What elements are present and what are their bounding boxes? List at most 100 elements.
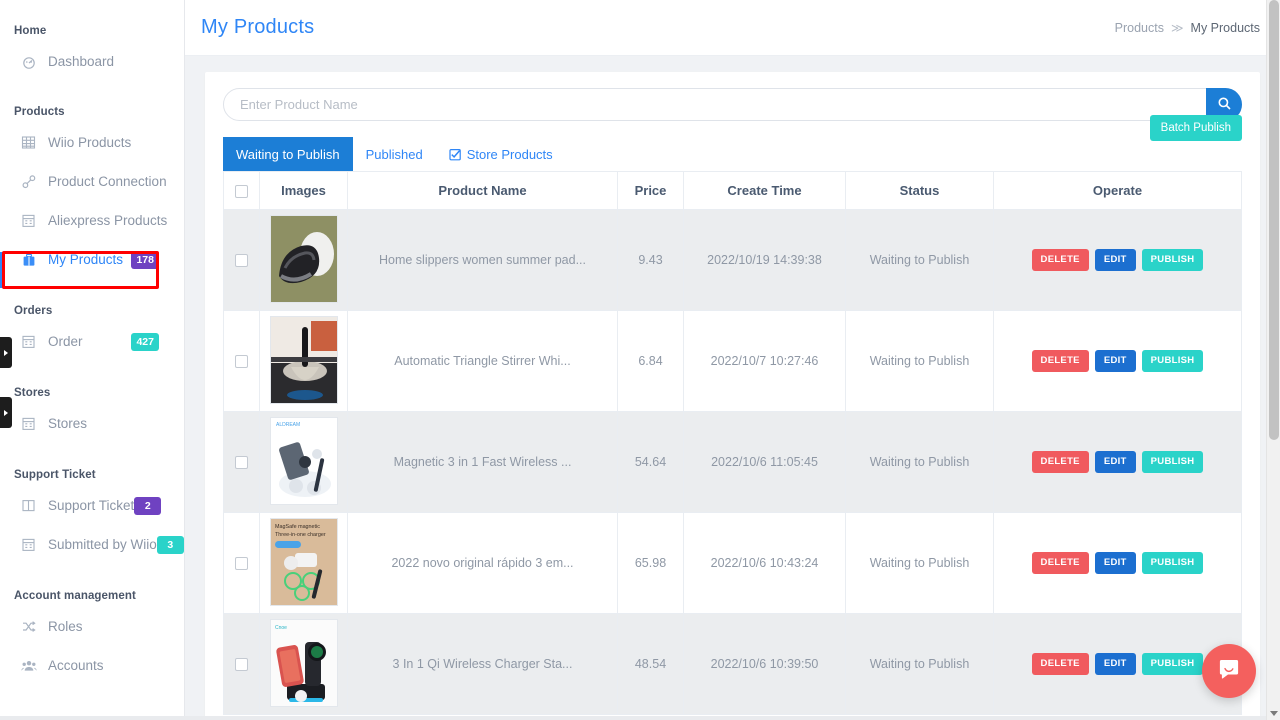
row-price: 54.64 [618,412,684,513]
row-price: 9.43 [618,210,684,311]
main-area: My Products Products ≫ My Products [185,0,1280,720]
product-thumbnail[interactable]: Cnoe [270,619,338,707]
publish-button[interactable]: PUBLISH [1142,249,1204,271]
edit-button[interactable]: EDIT [1095,249,1136,271]
chevron-right-icon [4,410,8,416]
page-scrollbar-thumb[interactable] [1269,0,1279,440]
sidebar-pull-tab-1[interactable] [0,337,12,368]
sidebar-item-label: Product Connection [48,174,167,189]
dashboard-icon [20,53,37,70]
breadcrumb-root[interactable]: Products [1115,21,1164,35]
column-price: Price [618,172,684,210]
product-thumbnail[interactable] [270,215,338,303]
svg-text:ALDREAM: ALDREAM [276,422,300,428]
chat-launcher-button[interactable] [1202,644,1256,698]
delete-button[interactable]: DELETE [1032,653,1089,675]
products-table: Images Product Name Price Create Time St… [223,171,1242,715]
edit-button[interactable]: EDIT [1095,350,1136,372]
sidebar-item-accounts[interactable]: Accounts [0,646,184,685]
calendar-icon [20,536,37,553]
scroll-down-icon[interactable] [1270,711,1278,716]
row-product-name: Automatic Triangle Stirrer Whi... [348,311,618,412]
table-header-row: Images Product Name Price Create Time St… [224,172,1242,210]
delete-button[interactable]: DELETE [1032,451,1089,473]
product-thumbnail[interactable]: MagSafe magnetic Three-in-one charger [270,518,338,606]
row-actions: DELETE EDIT PUBLISH [998,249,1237,271]
delete-button[interactable]: DELETE [1032,350,1089,372]
row-checkbox[interactable] [235,658,248,671]
calendar-icon [20,333,37,350]
sidebar-item-stores[interactable]: Stores [0,404,184,443]
edit-button[interactable]: EDIT [1095,653,1136,675]
sidebar-item-wiio-products[interactable]: Wiio Products [0,123,184,162]
row-actions: DELETE EDIT PUBLISH [998,451,1237,473]
users-icon [20,657,37,674]
table-row: Home slippers women summer pad... 9.43 2… [224,210,1242,311]
row-image-cell [260,311,348,412]
sidebar-badge-my-products: 178 [131,251,159,269]
sidebar-item-label: Wiio Products [48,135,131,150]
product-thumbnail[interactable]: ALDREAM [270,417,338,505]
shuffle-icon [20,618,37,635]
sidebar-group-label-account-management: Account management [0,585,184,607]
search-row [223,88,1242,121]
edit-button[interactable]: EDIT [1095,451,1136,473]
product-thumbnail[interactable] [270,316,338,404]
row-checkbox[interactable] [235,254,248,267]
sidebar-item-submitted-by-wiio[interactable]: Submitted by Wiio 3 [0,525,184,564]
sidebar-group-label-home: Home [0,20,184,42]
row-checkbox[interactable] [235,355,248,368]
column-select-all [224,172,260,210]
sidebar-item-roles[interactable]: Roles [0,607,184,646]
tab-label: Waiting to Publish [236,147,340,162]
breadcrumb: Products ≫ My Products [1115,21,1260,35]
row-actions: DELETE EDIT PUBLISH [998,552,1237,574]
select-all-checkbox[interactable] [235,185,248,198]
sidebar: Home Dashboard Products Wiio Products [0,0,185,720]
sidebar-item-label: Dashboard [48,54,114,69]
row-status: Waiting to Publish [846,311,994,412]
row-status: Waiting to Publish [846,513,994,614]
row-operate-cell: DELETE EDIT PUBLISH [994,412,1242,513]
sidebar-item-order[interactable]: Order 427 [0,322,184,361]
sidebar-item-dashboard[interactable]: Dashboard [0,42,184,81]
search-input[interactable] [223,88,1242,121]
delete-button[interactable]: DELETE [1032,552,1089,574]
row-checkbox[interactable] [235,557,248,570]
svg-text:Cnoe: Cnoe [275,625,287,631]
sidebar-pull-tab-2[interactable] [0,397,12,428]
publish-button[interactable]: PUBLISH [1142,451,1204,473]
sidebar-item-aliexpress-products[interactable]: Aliexpress Products [0,201,184,240]
sidebar-item-product-connection[interactable]: Product Connection [0,162,184,201]
sidebar-item-my-products[interactable]: My Products 178 [0,240,184,279]
row-status: Waiting to Publish [846,210,994,311]
edit-button[interactable]: EDIT [1095,552,1136,574]
delete-button[interactable]: DELETE [1032,249,1089,271]
row-create-time: 2022/10/19 14:39:38 [684,210,846,311]
row-operate-cell: DELETE EDIT PUBLISH [994,311,1242,412]
sidebar-group-label-stores: Stores [0,382,184,404]
batch-publish-button[interactable]: Batch Publish [1150,115,1242,141]
sidebar-group-label-orders: Orders [0,300,184,322]
row-checkbox[interactable] [235,456,248,469]
page-scrollbar[interactable] [1266,0,1280,720]
publish-button[interactable]: PUBLISH [1142,552,1204,574]
columns-icon [20,497,37,514]
row-operate-cell: DELETE EDIT PUBLISH [994,513,1242,614]
sidebar-group-label-support-ticket: Support Ticket [0,464,184,486]
publish-button[interactable]: PUBLISH [1142,653,1204,675]
tab-waiting-to-publish[interactable]: Waiting to Publish [223,137,353,171]
publish-button[interactable]: PUBLISH [1142,350,1204,372]
chevron-right-icon [4,350,8,356]
column-create-time: Create Time [684,172,846,210]
row-image-cell: MagSafe magnetic Three-in-one charger [260,513,348,614]
row-price: 6.84 [618,311,684,412]
row-create-time: 2022/10/6 10:39:50 [684,614,846,715]
tab-published[interactable]: Published [353,137,436,171]
sidebar-item-support-ticket[interactable]: Support Ticket 2 [0,486,184,525]
sidebar-item-label: Accounts [48,658,104,673]
tab-store-products[interactable]: Store Products [436,137,566,171]
row-select-cell [224,513,260,614]
row-select-cell [224,311,260,412]
tab-label: Published [366,147,423,162]
